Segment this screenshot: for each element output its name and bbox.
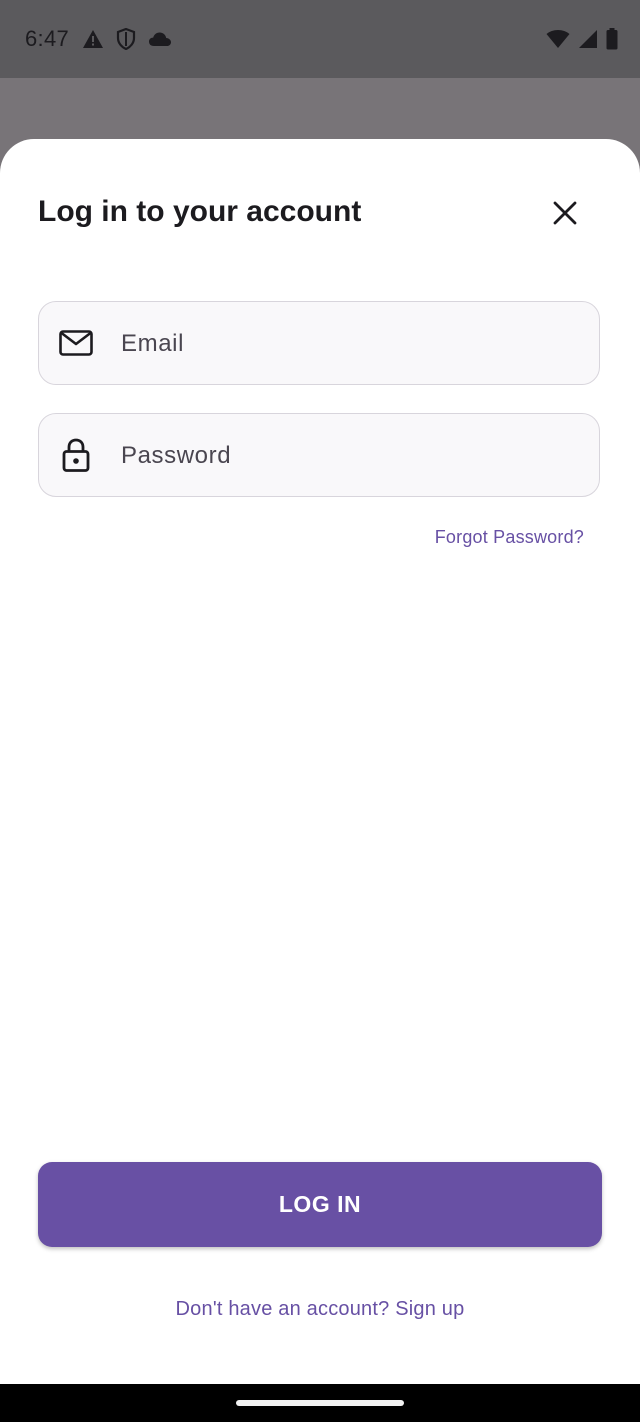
sheet-title: Log in to your account [38,195,362,228]
warning-icon [83,30,103,48]
cloud-icon [149,32,171,46]
close-icon [553,201,577,225]
mail-icon [57,324,95,362]
password-input[interactable] [119,414,583,497]
navigation-bar [0,1384,640,1422]
lock-icon [57,436,95,474]
shield-icon [116,28,136,50]
signal-icon [579,30,597,48]
status-bar: 6:47 [0,0,640,78]
close-button[interactable] [543,191,587,235]
email-field[interactable] [38,301,600,385]
screen: 6:47 Log in to your account Email Forgot… [0,0,640,1422]
battery-icon [606,28,618,50]
login-sheet: Log in to your account Email Forgot Pass… [0,139,640,1384]
status-system-icons [546,28,618,50]
wifi-icon [546,30,570,48]
home-handle[interactable] [236,1400,404,1406]
forgot-password-link[interactable]: Forgot Password? [435,527,584,548]
status-notification-icons [82,28,172,50]
password-field[interactable] [38,413,600,497]
status-time: 6:47 [25,26,70,51]
login-button[interactable]: LOG IN [38,1162,602,1247]
email-input[interactable] [119,302,583,385]
signup-link[interactable]: Don't have an account? Sign up [0,1298,640,1321]
